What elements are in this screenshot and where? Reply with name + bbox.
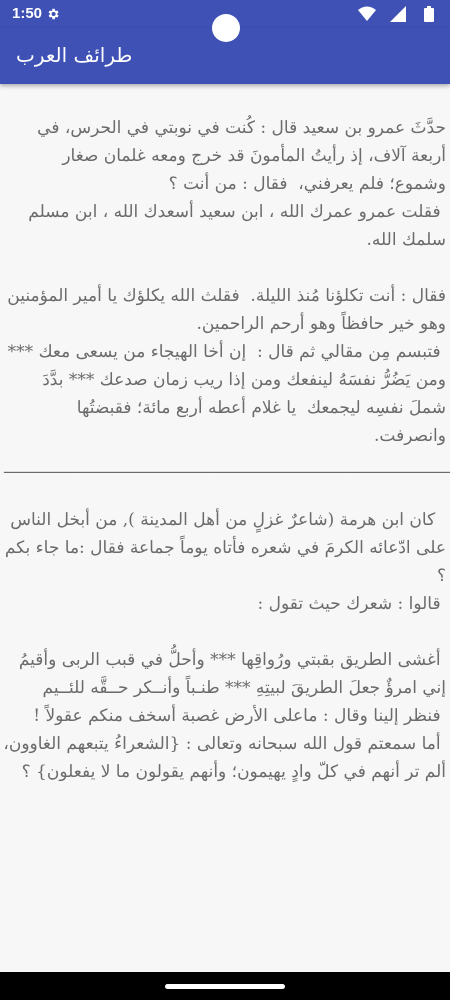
home-handle[interactable] <box>165 984 285 989</box>
navigation-bar <box>0 972 450 1000</box>
status-time: 1:50 <box>12 5 43 22</box>
story-paragraph: أغشى الطريق بقبتي ورُواقِها *** وأحلُّ ف… <box>3 650 446 782</box>
story-paragraph: فقال : أنت تكلؤنا مُنذ الليلة. فقلث الله… <box>7 286 446 446</box>
camera-cutout <box>212 14 240 42</box>
app-title: طرائف العرب <box>16 43 133 67</box>
story-paragraph: كان ابن هرمة (شاعرٌ غزلٍ من أهل المدينة … <box>4 510 446 614</box>
wifi-icon <box>358 6 376 21</box>
signal-icon <box>390 6 406 22</box>
content-scroll-area[interactable]: حدَّثَ عمرو بن سعيد قال : كُنت في نوبتي … <box>0 84 450 972</box>
section-divider: ________________________________________… <box>4 454 450 474</box>
gear-icon <box>48 8 59 20</box>
battery-icon <box>424 6 434 22</box>
story-paragraph: حدَّثَ عمرو بن سعيد قال : كُنت في نوبتي … <box>28 118 446 250</box>
